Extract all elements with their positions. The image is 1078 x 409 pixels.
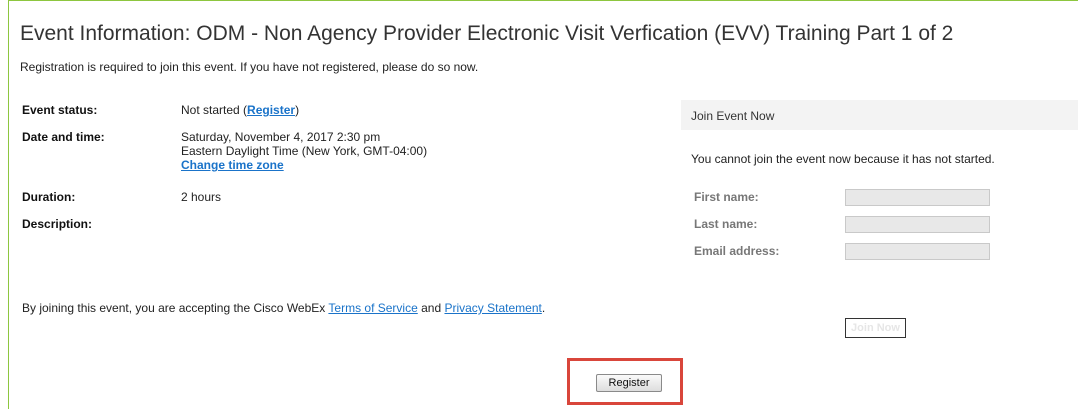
date-time-line2: Eastern Daylight Time (New York, GMT-04:… <box>181 144 428 158</box>
terms-notice: By joining this event, you are accepting… <box>22 301 582 315</box>
event-status-value: Not started (Register) <box>181 103 299 117</box>
register-link[interactable]: Register <box>247 103 295 117</box>
event-status-text: Not started ( <box>181 103 248 117</box>
last-name-label: Last name: <box>694 217 758 231</box>
first-name-field[interactable] <box>845 189 990 206</box>
date-time-line1: Saturday, November 4, 2017 2:30 pm <box>181 130 381 144</box>
join-panel-header: Join Event Now <box>681 100 1078 130</box>
date-time-label: Date and time: <box>22 130 105 144</box>
first-name-label: First name: <box>694 190 759 204</box>
duration-label: Duration: <box>22 190 76 204</box>
email-address-label: Email address: <box>694 244 780 258</box>
email-address-field[interactable] <box>845 243 990 260</box>
terms-of-service-link[interactable]: Terms of Service <box>328 301 417 315</box>
description-label: Description: <box>22 217 93 231</box>
event-status-label: Event status: <box>22 103 98 117</box>
terms-suffix: . <box>541 301 546 315</box>
last-name-field[interactable] <box>845 216 990 233</box>
duration-value: 2 hours <box>181 190 222 204</box>
registration-note: Registration is required to join this ev… <box>20 60 479 74</box>
terms-middle: and <box>417 301 445 315</box>
page-title: Event Information: ODM - Non Agency Prov… <box>20 22 954 45</box>
register-button[interactable]: Register <box>596 374 662 392</box>
date-time-value: Saturday, November 4, 2017 2:30 pm Easte… <box>181 130 427 172</box>
event-status-close: ) <box>295 103 300 117</box>
join-unavailable-message: You cannot join the event now because it… <box>691 152 995 166</box>
change-time-zone-link[interactable]: Change time zone <box>181 158 284 172</box>
privacy-statement-link[interactable]: Privacy Statement <box>444 301 541 315</box>
terms-prefix: By joining this event, you are accepting… <box>22 301 329 315</box>
join-now-button[interactable]: Join Now <box>845 318 906 338</box>
